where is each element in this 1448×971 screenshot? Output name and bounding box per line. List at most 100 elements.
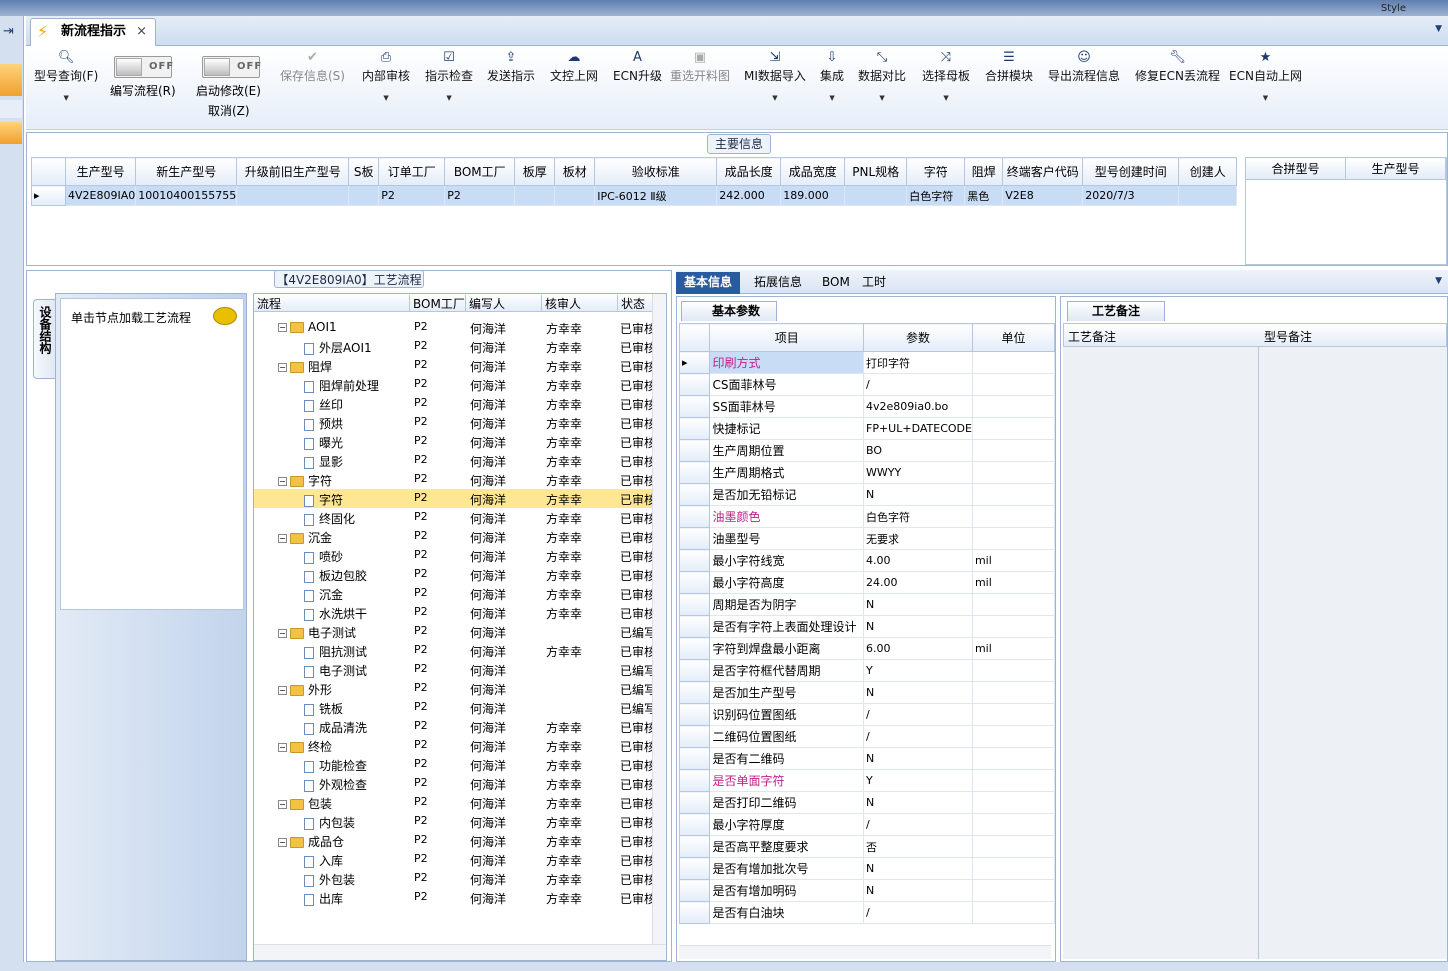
param-value[interactable]: N bbox=[863, 857, 973, 880]
edit-process-toggle[interactable]: OFF bbox=[114, 56, 173, 78]
table-row[interactable]: 字符到焊盘最小距离 6.00 mil bbox=[678, 637, 1056, 660]
param-value[interactable]: N bbox=[863, 615, 973, 638]
tree-row[interactable]: 外层AOI1 P2 何海洋 方幸幸 已审核 bbox=[254, 337, 656, 356]
nav-item[interactable] bbox=[0, 100, 22, 118]
table-row[interactable]: 是否有二维码 N bbox=[678, 747, 1056, 770]
param-value[interactable]: WWYY bbox=[863, 461, 973, 484]
table-row[interactable]: 周期是否为阴字 N bbox=[678, 593, 1056, 616]
tree-row[interactable]: 字符 P2 何海洋 方幸幸 已审核 bbox=[254, 489, 656, 508]
param-value[interactable]: N bbox=[863, 791, 973, 814]
chevron-down-icon[interactable]: ▼ bbox=[362, 94, 410, 102]
column-header[interactable]: S板 bbox=[348, 157, 380, 186]
table-cell[interactable]: 242.000 bbox=[716, 185, 782, 206]
table-row[interactable]: 二维码位置图纸 / bbox=[678, 725, 1056, 748]
tab-work-hours[interactable]: 工时 bbox=[854, 272, 894, 294]
tree-row[interactable]: 入库 P2 何海洋 方幸幸 已审核 bbox=[254, 850, 656, 869]
table-cell[interactable] bbox=[514, 185, 556, 206]
merge-module-button[interactable]: ☰ 合拼模块 bbox=[985, 50, 1033, 84]
tree-row[interactable]: − AOI1 P2 何海洋 方幸幸 已审核 bbox=[254, 318, 656, 337]
table-row[interactable]: 快捷标记 FP+UL+DATECODE bbox=[678, 417, 1056, 440]
tree-row[interactable]: 功能检查 P2 何海洋 方幸幸 已审核 bbox=[254, 755, 656, 774]
chevron-down-icon[interactable]: ▼ bbox=[425, 94, 473, 102]
table-row[interactable]: 油墨颜色 白色字符 bbox=[678, 505, 1056, 528]
collapse-icon[interactable]: − bbox=[278, 477, 287, 486]
data-compare-button[interactable]: ⤡ 数据对比 ▼ bbox=[858, 50, 906, 102]
column-header[interactable]: 验收标准 bbox=[594, 157, 718, 186]
column-header[interactable]: 字符 bbox=[906, 157, 966, 186]
column-header[interactable]: 型号创建时间 bbox=[1082, 157, 1180, 186]
reselect-cutting-button[interactable]: ▣ 重选开料图 bbox=[670, 50, 730, 84]
table-row[interactable]: 是否单面字符 Y bbox=[678, 769, 1056, 792]
table-row[interactable]: 生产周期位置 BO bbox=[678, 439, 1056, 462]
tree-row[interactable]: 成品清洗 P2 何海洋 方幸幸 已审核 bbox=[254, 717, 656, 736]
column-header[interactable]: 成品宽度 bbox=[780, 157, 846, 186]
collapse-icon[interactable]: − bbox=[278, 323, 287, 332]
param-value[interactable]: 24.00 bbox=[863, 571, 973, 594]
tree-row[interactable]: − 电子测试 P2 何海洋 已编写 bbox=[254, 622, 656, 641]
mi-import-button[interactable]: ⇲ MI数据导入 ▼ bbox=[744, 50, 806, 102]
column-header[interactable]: 项目 bbox=[709, 323, 864, 352]
table-row[interactable]: 是否有字符上表面处理设计 N bbox=[678, 615, 1056, 638]
column-header[interactable]: 阻焊 bbox=[964, 157, 1004, 186]
table-cell[interactable]: 4V2E809IA0 bbox=[64, 185, 137, 206]
table-row[interactable]: 识别码位置图纸 / bbox=[678, 703, 1056, 726]
tab-extended-info[interactable]: 拓展信息 bbox=[746, 272, 810, 294]
tree-row[interactable]: 终固化 P2 何海洋 方幸幸 已审核 bbox=[254, 508, 656, 527]
horizontal-scrollbar[interactable] bbox=[254, 944, 666, 960]
nav-item-active[interactable] bbox=[0, 64, 22, 96]
param-value[interactable]: 无要求 bbox=[863, 527, 973, 550]
column-header[interactable]: 订单工厂 bbox=[378, 157, 446, 186]
table-cell[interactable]: 10010400155755 bbox=[135, 185, 238, 206]
param-value[interactable]: / bbox=[863, 703, 973, 726]
param-value[interactable]: 白色字符 bbox=[863, 505, 973, 528]
repair-ecn-button[interactable]: 🔧︎ 修复ECN丢流程 bbox=[1135, 50, 1220, 84]
table-row[interactable]: SS面菲林号 4v2e809ia0.bo bbox=[678, 395, 1056, 418]
column-header[interactable]: 板材 bbox=[554, 157, 596, 186]
table-cell[interactable] bbox=[554, 185, 596, 206]
table-cell[interactable] bbox=[236, 185, 350, 206]
table-row[interactable]: 是否打印二维码 N bbox=[678, 791, 1056, 814]
chevron-down-icon[interactable]: ▼ bbox=[820, 94, 844, 102]
param-value[interactable]: 6.00 bbox=[863, 637, 973, 660]
collapse-icon[interactable]: − bbox=[278, 800, 287, 809]
table-row[interactable]: 最小字符高度 24.00 mil bbox=[678, 571, 1056, 594]
nav-item-active-2[interactable] bbox=[0, 122, 22, 144]
tab-bom[interactable]: BOM bbox=[814, 272, 858, 294]
tree-row[interactable]: 曝光 P2 何海洋 方幸幸 已审核 bbox=[254, 432, 656, 451]
table-row[interactable]: 是否加生产型号 N bbox=[678, 681, 1056, 704]
table-row[interactable]: 最小字符线宽 4.00 mil bbox=[678, 549, 1056, 572]
param-value[interactable]: / bbox=[863, 725, 973, 748]
tree-row[interactable]: 外观检查 P2 何海洋 方幸幸 已审核 bbox=[254, 774, 656, 793]
style-menu[interactable]: Style bbox=[1381, 3, 1406, 14]
chevron-down-icon[interactable]: ▼ bbox=[744, 94, 806, 102]
close-icon[interactable]: × bbox=[136, 19, 147, 45]
table-row[interactable]: 是否有白油块 / bbox=[678, 901, 1056, 924]
internal-review-button[interactable]: ⎙ 内部审核 ▼ bbox=[362, 50, 410, 102]
tree-row[interactable]: 出库 P2 何海洋 方幸幸 已审核 bbox=[254, 888, 656, 907]
table-cell[interactable] bbox=[844, 185, 908, 206]
table-cell[interactable]: V2E8 bbox=[1002, 185, 1084, 206]
column-header[interactable]: 参数 bbox=[863, 323, 973, 352]
process-notes-field[interactable] bbox=[1063, 347, 1259, 959]
tree-row[interactable]: 水洗烘干 P2 何海洋 方幸幸 已审核 bbox=[254, 603, 656, 622]
param-value[interactable]: BO bbox=[863, 439, 973, 462]
chevron-down-icon[interactable]: ▼ bbox=[34, 94, 98, 102]
column-header[interactable]: 合拼型号 bbox=[1246, 158, 1346, 180]
table-row[interactable]: ▸ 4V2E809IA0 10010400155755 P2 P2 IPC-6012 Ⅱ级… bbox=[31, 185, 1238, 206]
column-header[interactable]: BOM工厂 bbox=[410, 295, 466, 311]
column-header[interactable]: 成品长度 bbox=[716, 157, 782, 186]
tree-row[interactable]: 显影 P2 何海洋 方幸幸 已审核 bbox=[254, 451, 656, 470]
column-header[interactable]: 工艺备注 bbox=[1068, 328, 1116, 345]
column-header[interactable]: 型号备注 bbox=[1264, 328, 1312, 345]
table-row[interactable]: 是否有增加批次号 N bbox=[678, 857, 1056, 880]
table-row[interactable]: 是否字符框代替周期 Y bbox=[678, 659, 1056, 682]
table-row[interactable]: ▸ 印刷方式 打印字符 bbox=[678, 351, 1056, 374]
param-value[interactable]: N bbox=[863, 593, 973, 616]
doc-control-online-button[interactable]: ☁ 文控上网 bbox=[550, 50, 598, 84]
tree-row[interactable]: − 字符 P2 何海洋 方幸幸 已审核 bbox=[254, 470, 656, 489]
table-cell[interactable]: 189.000 bbox=[780, 185, 846, 206]
tab-device-structure[interactable]: 设备结构 bbox=[33, 299, 55, 379]
param-value[interactable]: / bbox=[863, 901, 973, 924]
table-row[interactable]: 是否高平整度要求否 bbox=[678, 835, 1056, 858]
tree-row[interactable]: 喷砂 P2 何海洋 方幸幸 已审核 bbox=[254, 546, 656, 565]
